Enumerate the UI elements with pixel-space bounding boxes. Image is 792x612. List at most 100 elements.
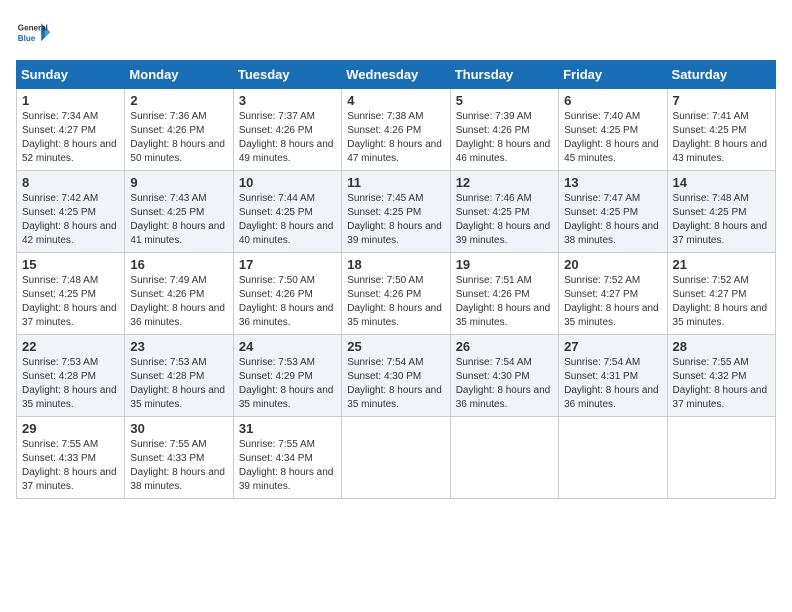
day-number: 1 <box>22 93 119 108</box>
logo-icon: General Blue <box>16 16 52 52</box>
logo: General Blue <box>16 16 52 52</box>
day-number: 4 <box>347 93 444 108</box>
day-number: 28 <box>673 339 770 354</box>
day-number: 17 <box>239 257 336 272</box>
week-row-2: 8Sunrise: 7:42 AMSunset: 4:25 PMDaylight… <box>17 171 776 253</box>
svg-text:General: General <box>18 23 48 32</box>
calendar-cell: 6 Sunrise: 7:40 AMSunset: 4:25 PMDaylight… <box>559 89 667 171</box>
cell-details: Sunrise: 7:34 AMSunset: 4:27 PMDaylight:… <box>22 111 117 164</box>
cell-details: Sunrise: 7:49 AMSunset: 4:26 PMDaylight:… <box>130 275 225 328</box>
day-number: 20 <box>564 257 661 272</box>
week-row-5: 29 Sunrise: 7:55 AMSunset: 4:33 PMDayligh… <box>17 417 776 499</box>
calendar-cell: 17 Sunrise: 7:50 AMSunset: 4:26 PMDayligh… <box>233 253 341 335</box>
calendar-cell: 23Sunrise: 7:53 AMSunset: 4:28 PMDayligh… <box>125 335 233 417</box>
day-number: 16 <box>130 257 227 272</box>
day-number: 24 <box>239 339 336 354</box>
calendar-cell: 19Sunrise: 7:51 AMSunset: 4:26 PMDayligh… <box>450 253 558 335</box>
cell-details: Sunrise: 7:55 AMSunset: 4:34 PMDaylight:… <box>239 439 334 492</box>
calendar-cell: 10Sunrise: 7:44 AMSunset: 4:25 PMDayligh… <box>233 171 341 253</box>
calendar-cell: 25 Sunrise: 7:54 AMSunset: 4:30 PMDayligh… <box>342 335 450 417</box>
day-number: 26 <box>456 339 553 354</box>
day-number: 29 <box>22 421 119 436</box>
cell-details: Sunrise: 7:45 AMSunset: 4:25 PMDaylight:… <box>347 193 442 246</box>
calendar-cell: 15Sunrise: 7:48 AMSunset: 4:25 PMDayligh… <box>17 253 125 335</box>
day-number: 18 <box>347 257 444 272</box>
cell-details: Sunrise: 7:39 AMSunset: 4:26 PMDaylight:… <box>456 111 551 164</box>
calendar-cell: 14 Sunrise: 7:48 AMSunset: 4:25 PMDayligh… <box>667 171 775 253</box>
calendar-cell: 8Sunrise: 7:42 AMSunset: 4:25 PMDaylight… <box>17 171 125 253</box>
calendar-cell: 20 Sunrise: 7:52 AMSunset: 4:27 PMDayligh… <box>559 253 667 335</box>
day-number: 25 <box>347 339 444 354</box>
cell-details: Sunrise: 7:47 AMSunset: 4:25 PMDaylight:… <box>564 193 659 246</box>
cell-details: Sunrise: 7:54 AMSunset: 4:30 PMDaylight:… <box>347 357 442 410</box>
cell-details: Sunrise: 7:52 AMSunset: 4:27 PMDaylight:… <box>564 275 659 328</box>
day-number: 22 <box>22 339 119 354</box>
calendar-cell: 22 Sunrise: 7:53 AMSunset: 4:28 PMDayligh… <box>17 335 125 417</box>
day-number: 3 <box>239 93 336 108</box>
cell-details: Sunrise: 7:55 AMSunset: 4:33 PMDaylight:… <box>130 439 225 492</box>
day-number: 27 <box>564 339 661 354</box>
cell-details: Sunrise: 7:55 AMSunset: 4:33 PMDaylight:… <box>22 439 117 492</box>
calendar-cell: 5 Sunrise: 7:39 AMSunset: 4:26 PMDaylight… <box>450 89 558 171</box>
week-row-1: 1 Sunrise: 7:34 AMSunset: 4:27 PMDaylight… <box>17 89 776 171</box>
calendar-cell: 3 Sunrise: 7:37 AMSunset: 4:26 PMDaylight… <box>233 89 341 171</box>
cell-details: Sunrise: 7:53 AMSunset: 4:28 PMDaylight:… <box>22 357 117 410</box>
day-header-wednesday: Wednesday <box>342 61 450 89</box>
calendar-cell: 1 Sunrise: 7:34 AMSunset: 4:27 PMDaylight… <box>17 89 125 171</box>
calendar-cell: 13 Sunrise: 7:47 AMSunset: 4:25 PMDayligh… <box>559 171 667 253</box>
day-number: 13 <box>564 175 661 190</box>
calendar-cell <box>450 417 558 499</box>
calendar-cell: 7 Sunrise: 7:41 AMSunset: 4:25 PMDaylight… <box>667 89 775 171</box>
cell-details: Sunrise: 7:52 AMSunset: 4:27 PMDaylight:… <box>673 275 768 328</box>
cell-details: Sunrise: 7:44 AMSunset: 4:25 PMDaylight:… <box>239 193 334 246</box>
calendar-table: SundayMondayTuesdayWednesdayThursdayFrid… <box>16 60 776 499</box>
calendar-cell <box>667 417 775 499</box>
week-row-4: 22 Sunrise: 7:53 AMSunset: 4:28 PMDayligh… <box>17 335 776 417</box>
calendar-cell <box>342 417 450 499</box>
cell-details: Sunrise: 7:41 AMSunset: 4:25 PMDaylight:… <box>673 111 768 164</box>
cell-details: Sunrise: 7:54 AMSunset: 4:30 PMDaylight:… <box>456 357 551 410</box>
calendar-cell: 2 Sunrise: 7:36 AMSunset: 4:26 PMDaylight… <box>125 89 233 171</box>
day-header-saturday: Saturday <box>667 61 775 89</box>
cell-details: Sunrise: 7:50 AMSunset: 4:26 PMDaylight:… <box>239 275 334 328</box>
week-row-3: 15Sunrise: 7:48 AMSunset: 4:25 PMDayligh… <box>17 253 776 335</box>
page-header: General Blue <box>16 16 776 52</box>
day-header-friday: Friday <box>559 61 667 89</box>
cell-details: Sunrise: 7:37 AMSunset: 4:26 PMDaylight:… <box>239 111 334 164</box>
header-row: SundayMondayTuesdayWednesdayThursdayFrid… <box>17 61 776 89</box>
calendar-cell: 28 Sunrise: 7:55 AMSunset: 4:32 PMDayligh… <box>667 335 775 417</box>
cell-details: Sunrise: 7:38 AMSunset: 4:26 PMDaylight:… <box>347 111 442 164</box>
calendar-cell: 9 Sunrise: 7:43 AMSunset: 4:25 PMDaylight… <box>125 171 233 253</box>
day-number: 2 <box>130 93 227 108</box>
day-number: 23 <box>130 339 227 354</box>
cell-details: Sunrise: 7:43 AMSunset: 4:25 PMDaylight:… <box>130 193 225 246</box>
day-number: 12 <box>456 175 553 190</box>
day-number: 7 <box>673 93 770 108</box>
cell-details: Sunrise: 7:50 AMSunset: 4:26 PMDaylight:… <box>347 275 442 328</box>
cell-details: Sunrise: 7:54 AMSunset: 4:31 PMDaylight:… <box>564 357 659 410</box>
cell-details: Sunrise: 7:40 AMSunset: 4:25 PMDaylight:… <box>564 111 659 164</box>
svg-text:Blue: Blue <box>18 34 36 43</box>
cell-details: Sunrise: 7:48 AMSunset: 4:25 PMDaylight:… <box>22 275 117 328</box>
calendar-cell: 27 Sunrise: 7:54 AMSunset: 4:31 PMDayligh… <box>559 335 667 417</box>
calendar-cell: 16 Sunrise: 7:49 AMSunset: 4:26 PMDayligh… <box>125 253 233 335</box>
cell-details: Sunrise: 7:55 AMSunset: 4:32 PMDaylight:… <box>673 357 768 410</box>
day-number: 5 <box>456 93 553 108</box>
calendar-cell: 26 Sunrise: 7:54 AMSunset: 4:30 PMDayligh… <box>450 335 558 417</box>
day-number: 11 <box>347 175 444 190</box>
day-number: 9 <box>130 175 227 190</box>
cell-details: Sunrise: 7:46 AMSunset: 4:25 PMDaylight:… <box>456 193 551 246</box>
day-number: 8 <box>22 175 119 190</box>
calendar-cell: 4 Sunrise: 7:38 AMSunset: 4:26 PMDaylight… <box>342 89 450 171</box>
day-number: 21 <box>673 257 770 272</box>
calendar-cell: 31 Sunrise: 7:55 AMSunset: 4:34 PMDayligh… <box>233 417 341 499</box>
cell-details: Sunrise: 7:36 AMSunset: 4:26 PMDaylight:… <box>130 111 225 164</box>
calendar-cell: 29 Sunrise: 7:55 AMSunset: 4:33 PMDayligh… <box>17 417 125 499</box>
cell-details: Sunrise: 7:48 AMSunset: 4:25 PMDaylight:… <box>673 193 768 246</box>
day-number: 6 <box>564 93 661 108</box>
day-number: 14 <box>673 175 770 190</box>
cell-details: Sunrise: 7:53 AMSunset: 4:29 PMDaylight:… <box>239 357 334 410</box>
calendar-cell: 21 Sunrise: 7:52 AMSunset: 4:27 PMDayligh… <box>667 253 775 335</box>
calendar-cell: 18 Sunrise: 7:50 AMSunset: 4:26 PMDayligh… <box>342 253 450 335</box>
day-number: 31 <box>239 421 336 436</box>
